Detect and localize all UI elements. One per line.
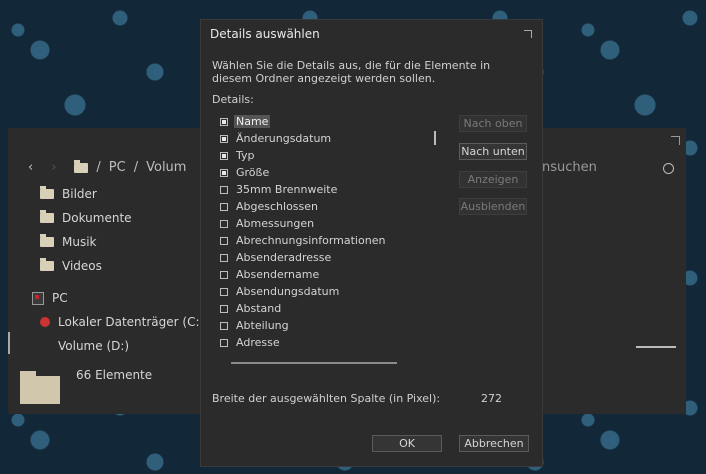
back-arrow-icon[interactable]: ‹: [28, 160, 33, 175]
details-list-item[interactable]: Abgeschlossen: [220, 198, 440, 215]
status-bar: 66 Elemente: [20, 368, 152, 404]
detail-label: Abmessungen: [236, 217, 315, 230]
path-separator: /: [133, 160, 139, 175]
tree-scrollbar[interactable]: [8, 332, 10, 354]
folder-icon: [40, 186, 54, 199]
detail-label: Name: [234, 115, 271, 128]
detail-label: Absenderadresse: [236, 251, 332, 264]
details-list-item[interactable]: Änderungsdatum: [220, 130, 440, 147]
tree-item-musik[interactable]: Musik: [40, 230, 204, 254]
search-input[interactable]: nsuchen: [542, 160, 597, 175]
detail-checkbox[interactable]: [220, 287, 228, 296]
column-width-input[interactable]: 272: [481, 392, 502, 405]
detail-checkbox[interactable]: [220, 117, 228, 126]
move-up-button[interactable]: Nach oben: [459, 115, 527, 132]
detail-label: Abstand: [236, 302, 282, 315]
item-count: 66 Elemente: [76, 368, 153, 382]
details-list-item[interactable]: Adresse: [220, 334, 440, 351]
column-width-label: Breite der ausgewählten Spalte (in Pixel…: [212, 392, 441, 405]
tree-item-label: Bilder: [62, 187, 97, 201]
detail-label: Abteilung: [236, 319, 289, 332]
folder-icon: [40, 258, 54, 271]
choose-details-dialog: Details auswählen Wählen Sie die Details…: [201, 20, 542, 466]
ok-button[interactable]: OK: [372, 435, 442, 452]
search-icon[interactable]: [663, 163, 674, 174]
show-button[interactable]: Anzeigen: [459, 171, 527, 188]
tree-item-bilder[interactable]: Bilder: [40, 182, 204, 206]
dialog-titlebar: Details auswählen: [201, 20, 542, 48]
details-list-item[interactable]: Abstand: [220, 300, 440, 317]
tree-item-drive-d[interactable]: Volume (D:): [40, 334, 204, 358]
detail-checkbox[interactable]: [220, 168, 228, 177]
path-segment-pc[interactable]: PC: [109, 160, 126, 175]
computer-icon: [32, 291, 44, 305]
tree-item-label: Volume (D:): [58, 339, 130, 353]
tree-item-pc[interactable]: PC: [32, 286, 204, 310]
details-list-item[interactable]: Abmessungen: [220, 215, 440, 232]
navigation-bar: ‹ › / PC / Volum: [28, 159, 186, 175]
tree-item-drive-c[interactable]: Lokaler Datenträger (C:): [40, 310, 204, 334]
navigation-tree: Bilder Dokumente Musik Videos PC Lokaler…: [32, 182, 204, 358]
details-list-item[interactable]: Typ: [220, 147, 440, 164]
details-list-item[interactable]: Abteilung: [220, 317, 440, 334]
list-horizontal-scrollbar[interactable]: [231, 362, 397, 364]
folder-icon: [40, 210, 54, 223]
horizontal-scrollbar[interactable]: [636, 346, 676, 348]
detail-label: Größe: [236, 166, 270, 179]
details-list[interactable]: Name Änderungsdatum Typ Größe 35mm Brennweit…: [220, 113, 440, 356]
detail-label: 35mm Brennweite: [236, 183, 338, 196]
detail-checkbox[interactable]: [220, 219, 228, 228]
detail-checkbox[interactable]: [220, 270, 228, 279]
details-list-item[interactable]: Absendungsdatum: [220, 283, 440, 300]
detail-label: Änderungsdatum: [236, 132, 332, 145]
detail-checkbox[interactable]: [220, 134, 228, 143]
detail-label: Abgeschlossen: [236, 200, 318, 213]
maximize-icon[interactable]: [671, 136, 680, 145]
details-label: Details:: [212, 93, 254, 106]
detail-checkbox[interactable]: [220, 304, 228, 313]
details-list-item[interactable]: Name: [220, 113, 440, 130]
folder-icon: [40, 234, 54, 247]
tree-item-label: Musik: [62, 235, 97, 249]
tree-item-label: Dokumente: [62, 211, 132, 225]
tree-item-label: PC: [52, 291, 68, 305]
cancel-button[interactable]: Abbrechen: [459, 435, 529, 452]
maximize-icon[interactable]: [524, 30, 532, 38]
details-list-item[interactable]: Absenderadresse: [220, 249, 440, 266]
details-list-item[interactable]: [220, 351, 440, 356]
detail-checkbox[interactable]: [220, 151, 228, 160]
folder-icon: [20, 371, 60, 404]
path-segment-volume[interactable]: Volum: [146, 160, 186, 175]
detail-checkbox[interactable]: [220, 202, 228, 211]
path-separator: /: [96, 160, 101, 175]
detail-checkbox[interactable]: [220, 236, 228, 245]
details-list-item[interactable]: Absendername: [220, 266, 440, 283]
tree-item-videos[interactable]: Videos: [40, 254, 204, 278]
detail-checkbox[interactable]: [220, 185, 228, 194]
tree-item-label: Videos: [62, 259, 102, 273]
detail-label: Absendername: [236, 268, 320, 281]
forward-arrow-icon[interactable]: ›: [51, 160, 56, 175]
details-list-item[interactable]: 35mm Brennweite: [220, 181, 440, 198]
detail-checkbox[interactable]: [220, 253, 228, 262]
detail-label: Abrechnungsinformationen: [236, 234, 386, 247]
list-scrollbar[interactable]: [434, 131, 436, 145]
hide-button[interactable]: Ausblenden: [459, 198, 527, 215]
details-list-item[interactable]: Größe: [220, 164, 440, 181]
detail-label: Absendungsdatum: [236, 285, 340, 298]
dialog-description: Wählen Sie die Details aus, die für die …: [212, 59, 491, 85]
detail-checkbox[interactable]: [220, 321, 228, 330]
tree-item-label: Lokaler Datenträger (C:): [58, 315, 205, 329]
drive-icon: [40, 317, 50, 327]
detail-checkbox[interactable]: [220, 338, 228, 347]
details-list-item[interactable]: Abrechnungsinformationen: [220, 232, 440, 249]
detail-label: Typ: [236, 149, 255, 162]
move-down-button[interactable]: Nach unten: [459, 143, 527, 160]
detail-checkbox[interactable]: [220, 355, 228, 356]
detail-label: Adresse: [236, 336, 280, 349]
dialog-title: Details auswählen: [210, 27, 320, 41]
tree-item-dokumente[interactable]: Dokumente: [40, 206, 204, 230]
address-path[interactable]: / PC / Volum: [74, 159, 186, 175]
folder-icon: [74, 159, 89, 173]
